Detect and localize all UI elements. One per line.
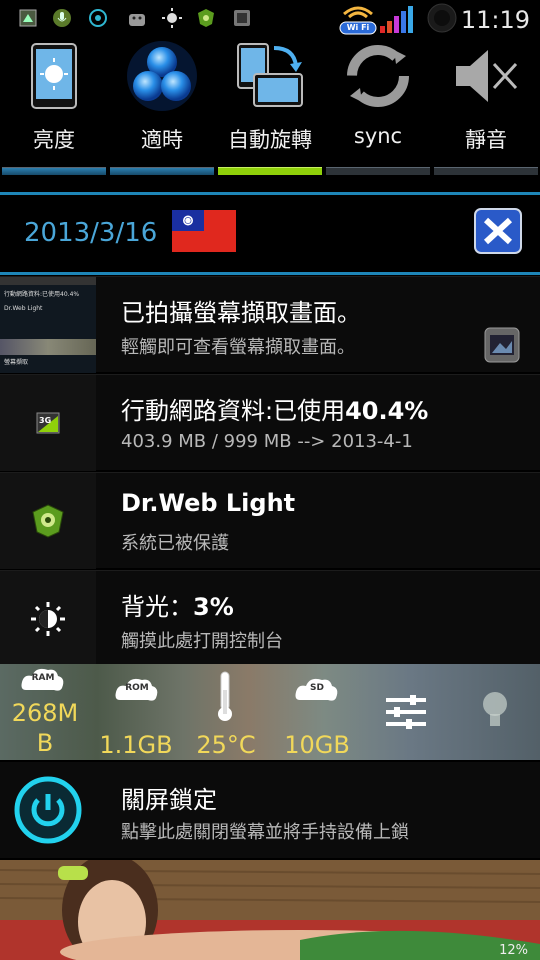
drweb-icon — [196, 8, 216, 28]
thermometer-icon — [214, 670, 236, 722]
stat-sd[interactable]: 10GB — [272, 730, 362, 760]
stat-ram[interactable]: 268M B — [2, 698, 88, 758]
divider — [0, 192, 540, 195]
ram-label: RAM — [31, 673, 55, 683]
rom-value: 1.1GB — [99, 731, 173, 759]
notification-subtitle: 輕觸即可查看螢幕擷取畫面。 — [121, 337, 355, 358]
drweb-shield-icon — [0, 473, 96, 569]
toggle-indicator-sync — [326, 167, 430, 175]
brightness-sun-icon — [0, 571, 96, 667]
power-icon[interactable] — [14, 776, 82, 844]
notification-subtitle: 系統已被保護 — [121, 533, 229, 554]
wallpaper-image — [0, 860, 540, 960]
date-row: 2013/3/16 — [0, 196, 540, 272]
screenshot-thumbnail: 行動網路資料:已使用40.4% Dr.Web Light 螢幕擷取 — [0, 277, 96, 373]
sync-icon — [342, 40, 414, 112]
brightness-icon — [162, 8, 182, 28]
screenshot-gallery-icon — [484, 327, 520, 363]
toggle-auto-timeout[interactable]: 適時 — [108, 38, 216, 166]
toggle-indicator-auto-timeout — [110, 167, 214, 175]
lock-subtitle: 點擊此處關閉螢幕並將手持設備上鎖 — [121, 822, 409, 843]
toggle-indicator-auto-rotate — [218, 167, 322, 175]
screenshot-icon — [232, 8, 252, 28]
divider — [0, 272, 540, 275]
toggle-auto-rotate-label: 自動旋轉 — [228, 128, 312, 152]
notification-subtitle: 403.9 MB / 999 MB --> 2013-4-1 — [121, 431, 413, 452]
launcher-grid-icon — [18, 8, 38, 28]
ram-value-unit: B — [36, 729, 54, 757]
toggle-indicator-brightness — [2, 167, 106, 175]
sd-label: SD — [310, 683, 324, 693]
thumb-app-name: Dr.Web Light — [4, 305, 43, 312]
toggle-brightness-label: 亮度 — [33, 128, 75, 152]
screen-lock-row[interactable]: 關屏鎖定 點擊此處關閉螢幕並將手持設備上鎖 — [0, 762, 540, 858]
close-x-icon[interactable] — [474, 208, 522, 254]
notification-backlight[interactable]: 背光：3% 觸摸此處打開控制台 — [0, 570, 540, 667]
auto-rotate-icon — [234, 40, 306, 112]
notification-mobile-data[interactable]: 3G 行動網路資料:已使用40.4% 403.9 MB / 999 MB -->… — [0, 374, 540, 471]
android-icon — [126, 8, 146, 28]
notification-subtitle: 觸摸此處打開控制台 — [121, 631, 283, 652]
toggle-indicator-mute — [434, 167, 538, 175]
notification-title: Dr.Web Light — [121, 489, 296, 517]
rom-label: ROM — [125, 683, 149, 693]
sd-value: 10GB — [284, 731, 350, 759]
wifi-label: Wi Fi — [346, 23, 370, 32]
notification-title: 行動網路資料:已使用40.4% — [121, 391, 428, 426]
toggle-mute-label: 靜音 — [465, 128, 507, 152]
settings-sliders-icon[interactable] — [384, 694, 428, 730]
wifi-icon: Wi Fi — [338, 2, 378, 36]
mic-icon — [52, 8, 72, 28]
notification-drweb[interactable]: Dr.Web Light 系統已被保護 — [0, 472, 540, 569]
signal-strength-icon — [380, 6, 416, 34]
toggle-brightness[interactable]: 亮度 — [0, 38, 108, 166]
thumb-line1: 行動網路資料:已使用40.4% — [4, 291, 80, 298]
stat-temperature[interactable]: 25°C — [184, 730, 268, 760]
svg-text:3G: 3G — [39, 416, 51, 425]
temp-value: 25°C — [196, 731, 256, 759]
date-label: 2013/3/16 — [24, 218, 158, 248]
title-prefix: 背光： — [121, 593, 193, 621]
rom-cloud-icon: ROM — [114, 676, 160, 706]
battery-icon — [426, 2, 458, 34]
thumb-line2: 螢幕擷取 — [4, 359, 29, 366]
title-prefix: 行動網路資料:已使用 — [121, 397, 346, 425]
title-value: 40.4% — [345, 397, 429, 425]
brightness-tablet-icon — [18, 40, 90, 112]
wallpaper-percent: 12% — [499, 943, 528, 958]
lock-title: 關屏鎖定 — [121, 786, 217, 814]
ram-cloud-icon: RAM — [20, 666, 66, 696]
roc-flag-icon — [172, 210, 236, 252]
notification-title: 已拍攝螢幕擷取畫面。 — [121, 299, 361, 327]
stat-rom[interactable]: 1.1GB — [92, 730, 180, 760]
3g-icon: 3G — [0, 375, 96, 471]
auto-timeout-icon — [126, 40, 198, 112]
sd-cloud-icon: SD — [294, 676, 340, 706]
notification-screenshot[interactable]: 行動網路資料:已使用40.4% Dr.Web Light 螢幕擷取 已拍攝螢幕擷… — [0, 276, 540, 373]
status-bar: Wi Fi 11:19 — [0, 0, 540, 38]
title-value: 3% — [193, 593, 234, 621]
clock: 11:19 — [460, 6, 530, 34]
ram-value: 268M — [11, 699, 79, 727]
toggle-auto-rotate[interactable]: 自動旋轉 — [216, 38, 324, 166]
wallpaper-photo: 12% — [0, 860, 540, 960]
sync-circle-icon — [88, 8, 108, 28]
toggle-sync-label: sync — [353, 124, 403, 148]
flashlight-bulb-icon[interactable] — [480, 690, 510, 734]
quick-toggles: 亮度 適時 自動旋轉 sync 靜音 — [0, 38, 540, 178]
toggle-auto-timeout-label: 適時 — [141, 128, 183, 152]
system-stats-widget: RAM 268M B ROM 1.1GB 25°C SD 10GB — [0, 664, 540, 760]
toggle-mute[interactable]: 靜音 — [432, 38, 540, 166]
toggle-sync[interactable]: sync — [324, 38, 432, 166]
mute-speaker-icon — [450, 40, 522, 112]
notification-title: 背光：3% — [121, 587, 234, 622]
